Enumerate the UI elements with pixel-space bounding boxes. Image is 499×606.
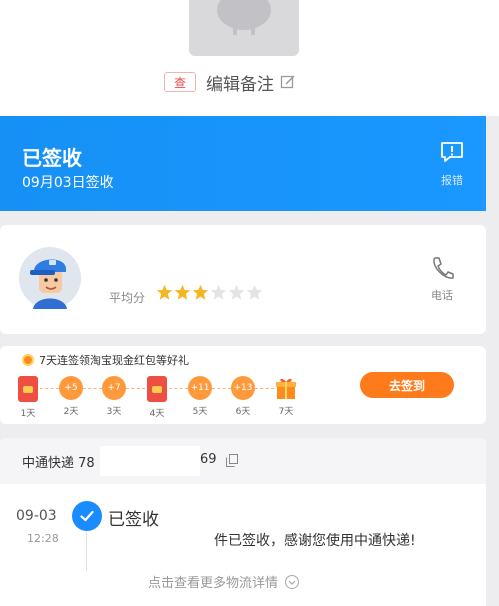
checkin-day: +7 3天: [100, 376, 128, 417]
report-label: 报错: [441, 174, 463, 187]
checkin-promo-card[interactable]: 7天连签领淘宝现金红包等好礼 1天 +5 2天 +7 3天 4天 +11 5天 +13 6天 7天 …: [0, 346, 486, 424]
star-filled-icon: [156, 284, 173, 300]
checkin-day-label: 1天: [20, 409, 36, 419]
status-title: 已签收: [22, 146, 82, 170]
event-time: 12:28: [27, 532, 59, 545]
coin-reward-badge: +11: [188, 376, 212, 400]
checkin-day: +11 5天: [186, 376, 214, 417]
query-tag: 查: [164, 72, 196, 92]
checkin-day: 1天: [14, 376, 42, 419]
checkin-day-label: 4天: [149, 409, 165, 419]
logistics-card: 中通快递 78 69 09-03 12:28 已签收 件已签收，感谢您使用中通快…: [0, 438, 486, 606]
event-description: 件已签收，感谢您使用中通快递!: [214, 533, 416, 549]
checkin-day-label: 2天: [63, 407, 79, 417]
edit-note-label[interactable]: 编辑备注: [206, 70, 274, 95]
red-envelope-icon: [147, 376, 167, 402]
checkin-day-label: 7天: [278, 407, 294, 417]
carrier-tracking-number: 中通快递 78: [22, 456, 95, 471]
rating-label: 平均分: [109, 291, 146, 305]
edit-icon[interactable]: [280, 74, 296, 90]
star-filled-icon: [174, 284, 191, 300]
more-logistics-label: 点击查看更多物流详情: [148, 576, 279, 591]
product-thumbnail[interactable]: [189, 0, 299, 56]
signed-date: 09月03日签收: [22, 175, 114, 191]
event-date: 09-03: [16, 508, 57, 524]
copy-icon[interactable]: [226, 454, 238, 467]
coin-icon: [22, 354, 34, 366]
star-empty-icon: [210, 284, 227, 300]
checkin-day-track: 1天 +5 2天 +7 3天 4天 +11 5天 +13 6天 7天: [14, 376, 314, 422]
red-envelope-icon: [18, 376, 38, 402]
checkin-day-label: 3天: [106, 407, 122, 417]
more-logistics-link[interactable]: 点击查看更多物流详情: [148, 572, 300, 591]
coin-reward-badge: +13: [231, 376, 255, 400]
call-courier-button[interactable]: 电话: [424, 255, 460, 303]
signed-status-banner: 已签收 09月03日签收 报错: [0, 116, 486, 211]
phone-icon: [433, 257, 454, 279]
product-card: 查 编辑备注: [0, 0, 499, 116]
checkin-title: 7天连签领淘宝现金红包等好礼: [39, 354, 189, 367]
coin-reward-badge: +7: [102, 376, 126, 400]
phone-label: 电话: [431, 289, 453, 302]
checkin-day: +5 2天: [57, 376, 85, 417]
tracking-header: 中通快递 78 69: [0, 438, 486, 484]
coin-reward-badge: +5: [59, 376, 83, 400]
gift-icon: [274, 376, 298, 400]
checkin-day: 4天: [143, 376, 171, 419]
checkin-day-label: 5天: [192, 407, 208, 417]
courier-card: 平均分 电话: [0, 225, 486, 334]
edit-note-row[interactable]: 查 编辑备注: [164, 70, 296, 95]
star-empty-icon: [246, 284, 263, 300]
courier-avatar: [19, 247, 81, 309]
event-status: 已签收: [108, 510, 159, 530]
tracking-number-tail: 69: [200, 452, 217, 467]
rating-stars: [156, 284, 264, 301]
check-icon: [72, 501, 102, 531]
checkin-day-label: 6天: [235, 407, 251, 417]
timeline-line: [86, 531, 87, 571]
checkin-day: 7天: [272, 376, 300, 417]
checkin-day: +13 6天: [229, 376, 257, 417]
checkin-button[interactable]: 去签到: [360, 372, 454, 398]
star-empty-icon: [228, 284, 245, 300]
chevron-down-icon: [285, 574, 300, 589]
report-error-button[interactable]: 报错: [434, 140, 470, 188]
star-filled-icon: [192, 284, 209, 300]
tracking-redaction: [100, 446, 200, 476]
report-icon: [441, 142, 463, 162]
